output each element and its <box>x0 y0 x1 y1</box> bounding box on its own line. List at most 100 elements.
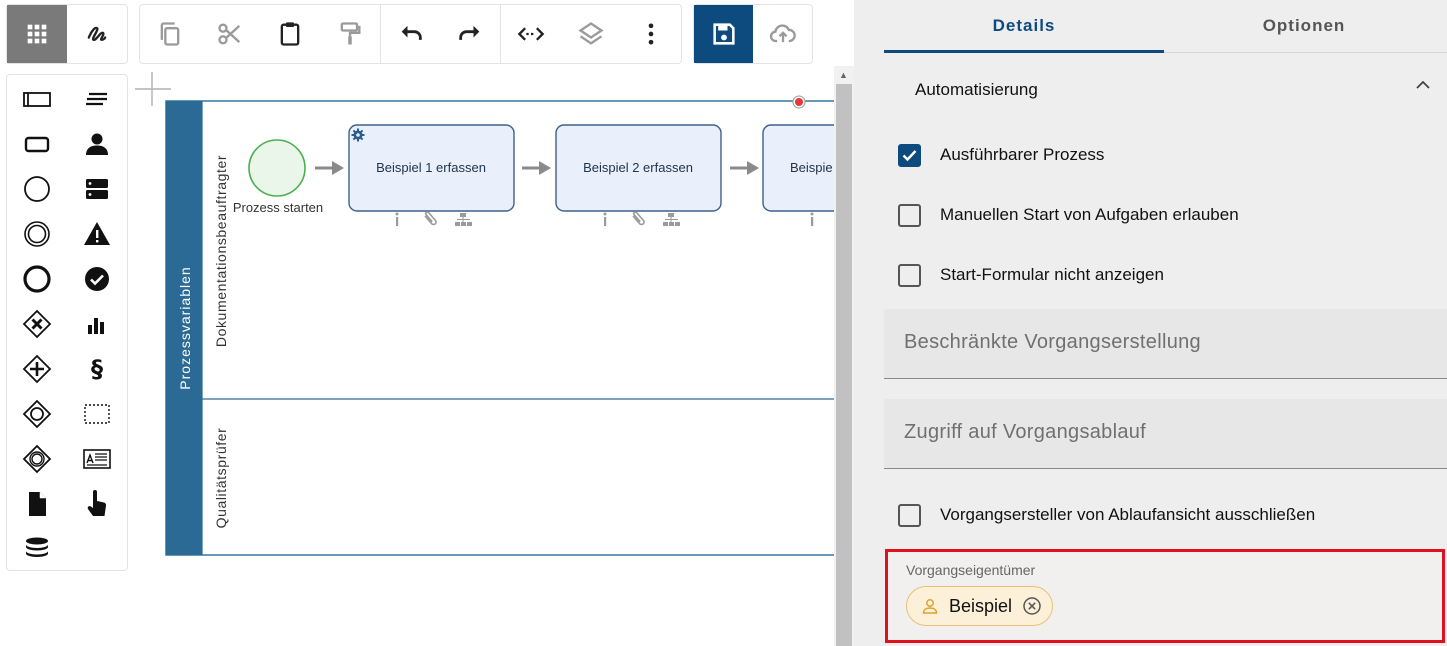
palette-form[interactable] <box>77 439 117 479</box>
text-lines-icon <box>86 92 107 106</box>
app-root: § Prozessvariablen Dokumentationsbeauftr… <box>0 0 1447 646</box>
restricted-creation-field[interactable]: Beschränkte Vorgangserstellung <box>884 309 1447 379</box>
checkbox-start-form[interactable] <box>898 263 921 287</box>
task-3-label: Beispie <box>790 160 833 175</box>
palette-end-event[interactable] <box>17 259 57 299</box>
palette-task[interactable] <box>17 124 57 164</box>
checkbox-label: Manuellen Start von Aufgaben erlauben <box>940 205 1239 224</box>
person-icon <box>922 599 938 614</box>
copy-button[interactable] <box>140 5 200 63</box>
palette-paragraph[interactable]: § <box>77 349 117 389</box>
remove-circle-icon[interactable] <box>1022 596 1042 616</box>
cloud-upload-icon <box>769 24 796 43</box>
checkbox-exclude-creator[interactable] <box>898 503 921 527</box>
scroll-up-icon[interactable]: ▲ <box>839 70 848 80</box>
palette-group[interactable] <box>77 394 117 434</box>
redo-button[interactable] <box>440 5 500 63</box>
upload-button[interactable] <box>753 5 812 63</box>
palette-inclusive-gateway[interactable] <box>17 394 57 434</box>
save-icon <box>712 23 735 45</box>
checkbox-row-manual-start[interactable]: Manuellen Start von Aufgaben erlauben <box>898 203 1239 227</box>
check-circle-icon <box>85 267 109 291</box>
bar-chart-icon <box>88 318 104 334</box>
pool-label: Prozessvariablen <box>177 266 193 389</box>
checkbox-manual-start[interactable] <box>898 203 921 227</box>
layers-icon <box>578 22 604 45</box>
gateway-circle-icon <box>22 399 52 429</box>
paint-roller-icon <box>340 22 361 45</box>
circle-thin-icon <box>24 176 50 202</box>
process-access-field[interactable]: Zugriff auf Vorgangsablauf <box>884 399 1447 469</box>
dashed-rect-icon <box>84 404 110 424</box>
tab-details[interactable]: Details <box>884 0 1164 52</box>
freehand-button[interactable] <box>67 5 127 63</box>
checkbox-executable[interactable] <box>898 143 921 167</box>
grid-button[interactable] <box>7 5 67 63</box>
palette-intermediate-event[interactable] <box>17 214 57 254</box>
task-1-label: Beispiel 1 erfassen <box>376 160 486 175</box>
properties-panel: Details Optionen Automatisierung Ausführ… <box>854 0 1447 646</box>
marker-dot <box>795 98 803 106</box>
save-button[interactable] <box>694 5 753 63</box>
palette-parallel-gateway[interactable] <box>17 349 57 389</box>
checkbox-row-executable[interactable]: Ausführbarer Prozess <box>898 143 1104 167</box>
palette-check[interactable] <box>77 259 117 299</box>
layers-button[interactable] <box>561 5 621 63</box>
owner-chip[interactable]: Beispiel <box>906 586 1054 626</box>
palette-pool[interactable] <box>17 79 57 119</box>
owner-field[interactable]: Vorgangseigentümer Beispiel <box>885 549 1445 643</box>
code-arrows-icon <box>517 27 545 41</box>
format-painter-button[interactable] <box>320 5 380 63</box>
file-toolbar-group <box>693 4 813 64</box>
scrollbar-thumb[interactable] <box>836 84 852 646</box>
checkbox-label: Start-Formular nicht anzeigen <box>940 265 1164 284</box>
section-icon: § <box>91 355 103 383</box>
double-circle-icon <box>24 221 50 247</box>
palette-touch[interactable] <box>77 484 117 524</box>
diagram-canvas[interactable]: Prozessvariablen Dokumentationsbeauftrag… <box>130 66 834 646</box>
palette-text-annotation[interactable] <box>77 79 117 119</box>
more-vertical-icon <box>648 23 654 45</box>
palette-exclusive-gateway[interactable] <box>17 304 57 344</box>
edit-toolbar-group <box>139 4 682 64</box>
palette-document[interactable] <box>17 484 57 524</box>
touch-icon <box>87 490 107 516</box>
palette-chart[interactable] <box>77 304 117 344</box>
start-event[interactable] <box>248 139 306 197</box>
undo-button[interactable] <box>381 5 441 63</box>
cut-button[interactable] <box>200 5 260 63</box>
checkbox-row-start-form[interactable]: Start-Formular nicht anzeigen <box>898 263 1164 287</box>
section-title[interactable]: Automatisierung <box>915 80 1038 100</box>
freehand-icon <box>87 26 107 42</box>
active-tab-indicator <box>884 50 1164 53</box>
scissors-icon <box>218 23 240 45</box>
gateway-x-icon <box>22 309 52 339</box>
canvas-scrollbar[interactable]: ▲ <box>834 66 854 646</box>
lane-label-1: Dokumentationsbeauftragter <box>213 155 229 347</box>
task-rectangle-icon <box>24 136 50 153</box>
server-icon <box>86 179 108 199</box>
palette-start-event[interactable] <box>17 169 57 209</box>
field-placeholder: Zugriff auf Vorgangsablauf <box>904 421 1147 443</box>
check-icon <box>902 149 917 161</box>
connect-button[interactable] <box>501 5 561 63</box>
redo-icon <box>459 25 480 40</box>
palette-warning[interactable] <box>77 214 117 254</box>
copy-icon <box>160 22 180 46</box>
palette-server[interactable] <box>77 169 117 209</box>
pool-icon <box>23 92 51 107</box>
chevron-up-icon[interactable] <box>1414 76 1432 94</box>
paste-button[interactable] <box>260 5 320 63</box>
palette-event-gateway[interactable] <box>17 439 57 479</box>
clipboard-icon <box>280 22 300 46</box>
palette-user[interactable] <box>77 124 117 164</box>
palette-data-store[interactable] <box>17 529 57 569</box>
task-2-label: Beispiel 2 erfassen <box>583 160 693 175</box>
owner-chip-label: Beispiel <box>949 595 1013 616</box>
more-button[interactable] <box>621 5 681 63</box>
tab-optionen[interactable]: Optionen <box>1164 0 1444 52</box>
checkbox-label: Ausführbarer Prozess <box>940 145 1105 164</box>
gateway-event-icon <box>22 444 52 474</box>
checkbox-row-exclude-creator[interactable]: Vorgangsersteller von Ablaufansicht auss… <box>898 503 1315 527</box>
bpmn-diagram: Prozessvariablen Dokumentationsbeauftrag… <box>135 72 834 556</box>
